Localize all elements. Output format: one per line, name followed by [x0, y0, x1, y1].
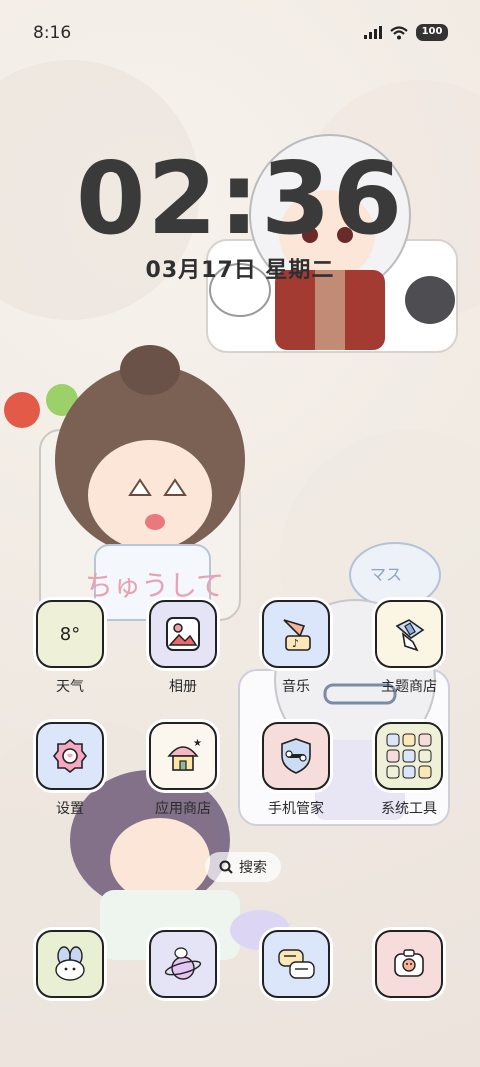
messages-bunny-icon: [36, 930, 104, 998]
photo-icon: [149, 600, 217, 668]
system-tools-folder-icon: [375, 722, 443, 790]
signal-bars-icon: [364, 26, 382, 39]
dock-app-browser[interactable]: [133, 930, 233, 998]
app-theme-store[interactable]: 主题商店: [359, 600, 459, 696]
search-icon: [219, 860, 233, 874]
app-app-store[interactable]: ★ 应用商店: [133, 722, 233, 818]
app-label: 手机管家: [268, 801, 324, 817]
folder-system-tools[interactable]: 系统工具: [359, 722, 459, 818]
theme-store-icon: [375, 600, 443, 668]
app-label: 应用商店: [155, 801, 211, 817]
app-label: 天气: [56, 679, 84, 695]
music-icon: ♪: [262, 600, 330, 668]
app-music[interactable]: ♪ 音乐: [246, 600, 346, 696]
security-shield-icon: [262, 722, 330, 790]
camera-icon: [375, 930, 443, 998]
svg-text:★: ★: [193, 738, 202, 749]
status-bar: 8:16 100: [0, 0, 480, 70]
search-pill[interactable]: 搜索: [205, 852, 281, 882]
svg-text:♪: ♪: [292, 637, 299, 650]
app-label: 主题商店: [381, 679, 437, 695]
dock-app-chat[interactable]: [246, 930, 346, 998]
wifi-icon: [390, 25, 408, 39]
app-gallery[interactable]: 相册: [133, 600, 233, 696]
app-settings[interactable]: 设置: [20, 722, 120, 818]
app-label: 音乐: [282, 679, 310, 695]
dock-app-camera[interactable]: [359, 930, 459, 998]
app-label: 相册: [169, 679, 197, 695]
sticker-text-2: マス: [370, 565, 402, 584]
status-time: 8:16: [33, 23, 72, 43]
app-label: 设置: [56, 801, 84, 817]
chibi-character-brown-hair: ちゅうして: [4, 345, 245, 621]
app-weather[interactable]: 8° 天气: [20, 600, 120, 696]
dock-app-messages[interactable]: [20, 930, 120, 998]
clock-widget[interactable]: 02:36: [0, 140, 480, 257]
date-label: 03月17日 星期二: [145, 258, 335, 283]
weather-icon: 8°: [36, 600, 104, 668]
app-label: 系统工具: [381, 801, 437, 817]
app-phone-manager[interactable]: 手机管家: [246, 722, 346, 818]
search-label: 搜索: [239, 860, 267, 876]
app-store-icon: ★: [149, 722, 217, 790]
battery-indicator: 100: [416, 24, 448, 41]
sticker-text: ちゅうして: [85, 569, 224, 602]
settings-icon: [36, 722, 104, 790]
chat-bubbles-icon: [262, 930, 330, 998]
browser-planet-icon: [149, 930, 217, 998]
